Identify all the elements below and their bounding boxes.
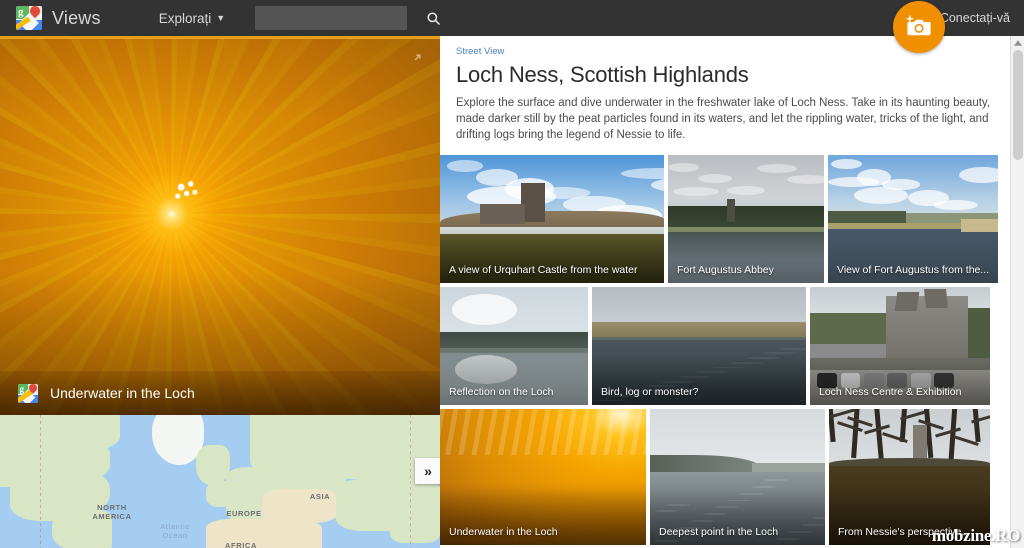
map-landmass (196, 445, 230, 485)
views-app-window: g Views Explorați ▼ Conectați-vă + g Und… (0, 0, 1024, 548)
expand-map-button[interactable]: » (415, 458, 440, 484)
map-label: Atlantic Ocean (160, 522, 190, 540)
nav-explore-menu[interactable]: Explorați ▼ (159, 11, 225, 26)
map-landmass (390, 511, 440, 543)
upload-photo-button[interactable]: + (893, 1, 945, 53)
thumbnail-card[interactable]: Loch Ness Centre & Exhibition (810, 287, 990, 405)
thumbnail-card[interactable]: A view of Urquhart Castle from the water (440, 155, 664, 283)
search-icon[interactable] (426, 11, 441, 26)
thumbnail-card[interactable]: View of Fort Augustus from the... (828, 155, 998, 283)
map-label: ASIA (309, 492, 331, 501)
signin-link[interactable]: Conectați-vă (940, 11, 1010, 25)
thumbnail-caption: Loch Ness Centre & Exhibition (819, 386, 962, 398)
google-maps-logo-icon: g (16, 6, 42, 30)
thumbnail-card[interactable]: Reflection on the Loch (440, 287, 588, 405)
double-chevron-right-icon: » (424, 463, 432, 479)
hero-caption-text: Underwater in the Loch (50, 385, 195, 401)
page-scrollbar[interactable] (1010, 36, 1024, 548)
map-meridian (40, 415, 41, 548)
map-landmass-russia (250, 415, 440, 479)
thumbnail-caption: Underwater in the Loch (449, 526, 558, 538)
thumbnail-caption: Reflection on the Loch (449, 386, 554, 398)
page-title: Loch Ness, Scottish Highlands (456, 62, 749, 87)
thumbnail-caption: Fort Augustus Abbey (677, 264, 774, 276)
hero-caption-bar: g Underwater in the Loch (0, 371, 440, 415)
thumbnail-row: A view of Urquhart Castle from the water… (440, 155, 1010, 283)
map-label: NORTH AMERICA (92, 503, 132, 521)
thumbnail-grid: A view of Urquhart Castle from the water… (440, 155, 1010, 545)
left-panel: g Underwater in the Loch NORTH AMERICA E… (0, 36, 440, 548)
expand-arrow-icon[interactable] (410, 50, 425, 70)
brand-area[interactable]: g Views (16, 6, 101, 30)
thumbnail-caption: A view of Urquhart Castle from the water (449, 264, 638, 276)
header-accent-divider (0, 36, 440, 39)
right-detail-panel: Street View Loch Ness, Scottish Highland… (440, 36, 1010, 548)
thumbnail-card[interactable]: From Nessie's perspective... (829, 409, 990, 545)
thumbnail-caption: Bird, log or monster? (601, 386, 699, 398)
top-header-bar: g Views Explorați ▼ Conectați-vă (0, 0, 1024, 36)
thumbnail-caption: View of Fort Augustus from the... (837, 264, 990, 276)
map-label: EUROPE (226, 509, 262, 518)
hero-panorama-viewer[interactable]: g Underwater in the Loch (0, 36, 440, 415)
thumbnail-card[interactable]: Fort Augustus Abbey (668, 155, 824, 283)
watermark: mobzine.RO (931, 526, 1020, 545)
sun-glint (171, 176, 205, 204)
google-maps-logo-icon: g (18, 383, 38, 403)
brand-title: Views (52, 7, 101, 28)
thumbnail-card[interactable]: Underwater in the Loch (440, 409, 646, 545)
thumbnail-row: Reflection on the Loch Bird, log or monst… (440, 287, 1010, 405)
thumbnail-card[interactable]: Bird, log or monster? (592, 287, 806, 405)
thumbnail-caption: Deepest point in the Loch (659, 526, 779, 538)
nav-explore-label: Explorați (158, 10, 212, 26)
place-description: Explore the surface and dive underwater … (456, 97, 990, 141)
chevron-down-icon: ▼ (216, 12, 226, 23)
scrollbar-thumb[interactable] (1013, 50, 1023, 160)
search-box[interactable] (255, 6, 441, 30)
chevron-up-icon[interactable] (1011, 36, 1024, 50)
thumbnail-card[interactable]: Deepest point in the Loch (650, 409, 825, 545)
map-meridian (410, 415, 411, 548)
search-input[interactable] (255, 11, 427, 25)
plus-icon: + (906, 11, 914, 26)
thumbnail-row: Underwater in the Loch Deepest point in t… (440, 409, 1010, 545)
world-map[interactable]: NORTH AMERICA EUROPE ASIA AFRICA Atlantic Ocea… (0, 415, 440, 548)
map-label: AFRICA (225, 541, 257, 548)
